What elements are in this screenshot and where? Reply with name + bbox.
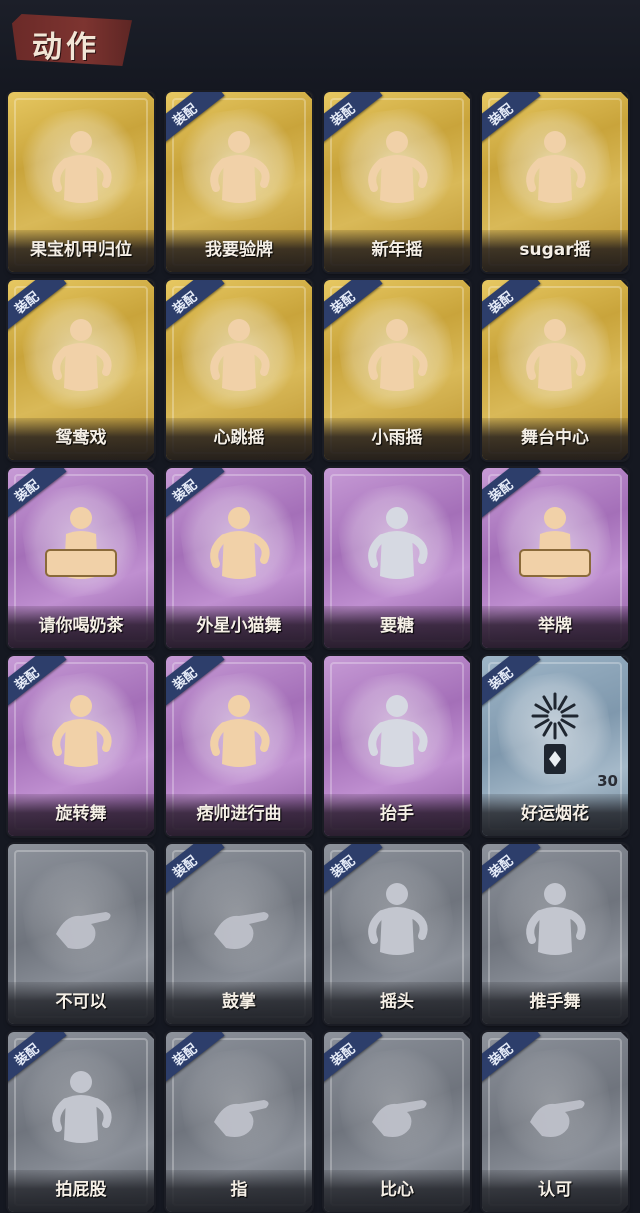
action-label: 果宝机甲归位 xyxy=(30,240,132,260)
action-label: 旋转舞 xyxy=(55,804,107,824)
card-corner-notch xyxy=(146,468,154,476)
center-stage-pose-icon xyxy=(510,310,600,405)
action-card[interactable]: 痞帅进行曲 装配 xyxy=(166,656,312,836)
card-corner-notch xyxy=(304,1032,312,1040)
action-label: 痞帅进行曲 xyxy=(196,804,282,824)
action-label: 新年摇 xyxy=(371,240,423,260)
action-label: 请你喝奶茶 xyxy=(38,616,124,636)
action-card[interactable]: 请你喝奶茶 装配 xyxy=(8,468,154,648)
action-card[interactable]: 鼓掌 装配 xyxy=(166,844,312,1024)
card-corner-notch xyxy=(620,656,628,664)
card-corner-notch xyxy=(620,280,628,288)
card-corner-notch xyxy=(462,1032,470,1040)
finger-no-icon xyxy=(36,874,126,969)
card-corner-notch xyxy=(304,844,312,852)
point-hand-icon xyxy=(194,1062,284,1157)
pat-butt-pose-icon xyxy=(36,1062,126,1157)
action-card[interactable]: 果宝机甲归位 xyxy=(8,92,154,272)
action-label: sugar摇 xyxy=(519,240,591,260)
action-label: 心跳摇 xyxy=(213,428,265,448)
action-card[interactable]: 不可以 xyxy=(8,844,154,1024)
firework-icon xyxy=(510,686,600,781)
action-card[interactable]: sugar摇 装配 xyxy=(482,92,628,272)
card-corner-notch xyxy=(146,1032,154,1040)
card-check-pose-icon xyxy=(194,122,284,217)
card-corner-notch xyxy=(462,280,470,288)
header: 动作 xyxy=(0,0,640,86)
ask-candy-pose-icon xyxy=(352,498,442,593)
card-corner-notch xyxy=(146,92,154,100)
action-card[interactable]: 拍屁股 装配 xyxy=(8,1032,154,1212)
action-label: 举牌 xyxy=(538,616,572,636)
new-year-shake-pose-icon xyxy=(352,122,442,217)
action-card[interactable]: 30 好运烟花 装配 xyxy=(482,656,628,836)
cool-march-pose-icon xyxy=(194,686,284,781)
action-card[interactable]: 比心 装配 xyxy=(324,1032,470,1212)
card-corner-notch xyxy=(620,844,628,852)
spin-dance-pose-icon xyxy=(36,686,126,781)
card-corner-notch xyxy=(304,280,312,288)
card-corner-notch xyxy=(146,844,154,852)
action-label: 要糖 xyxy=(380,616,414,636)
shake-head-pose-icon xyxy=(352,874,442,969)
item-count: 30 xyxy=(597,772,618,790)
heartbeat-shake-pose-icon xyxy=(194,310,284,405)
action-card[interactable]: 指装配 xyxy=(166,1032,312,1212)
action-card[interactable]: 要糖 xyxy=(324,468,470,648)
action-card[interactable]: 推手舞 装配 xyxy=(482,844,628,1024)
action-card[interactable]: 心跳摇 装配 xyxy=(166,280,312,460)
push-hand-dance-pose-icon xyxy=(510,874,600,969)
alien-cat-dance-pose-icon xyxy=(194,498,284,593)
card-corner-notch xyxy=(146,280,154,288)
action-label: 我要验牌 xyxy=(205,240,273,260)
card-corner-notch xyxy=(304,92,312,100)
action-label: 认可 xyxy=(538,1180,572,1200)
opera-pose-icon xyxy=(36,310,126,405)
card-corner-notch xyxy=(462,844,470,852)
raise-hand-pose-icon xyxy=(352,686,442,781)
action-label: 不可以 xyxy=(55,992,107,1012)
finger-heart-icon xyxy=(352,1062,442,1157)
action-card[interactable]: 小雨摇 装配 xyxy=(324,280,470,460)
action-card[interactable]: 鸳鸯戏 装配 xyxy=(8,280,154,460)
action-label: 比心 xyxy=(380,1180,414,1200)
action-card[interactable]: 认可 装配 xyxy=(482,1032,628,1212)
action-card[interactable]: 抬手 xyxy=(324,656,470,836)
action-label: 鸳鸯戏 xyxy=(55,428,107,448)
action-label: 推手舞 xyxy=(529,992,581,1012)
card-corner-notch xyxy=(462,468,470,476)
action-card[interactable]: 外星小猫舞 装配 xyxy=(166,468,312,648)
milk-tea-sign-pose-icon xyxy=(36,498,126,593)
action-card[interactable]: 摇头 装配 xyxy=(324,844,470,1024)
card-corner-notch xyxy=(304,656,312,664)
dance-pose-icon xyxy=(36,122,126,217)
action-label: 抬手 xyxy=(380,804,414,824)
action-card[interactable]: 旋转舞 装配 xyxy=(8,656,154,836)
action-card[interactable]: 舞台中心 装配 xyxy=(482,280,628,460)
action-label: 鼓掌 xyxy=(222,992,256,1012)
card-corner-notch xyxy=(462,92,470,100)
action-label: 舞台中心 xyxy=(521,428,589,448)
card-corner-notch xyxy=(620,1032,628,1040)
action-label: 外星小猫舞 xyxy=(196,616,282,636)
sugar-shake-pose-icon xyxy=(510,122,600,217)
action-card[interactable]: 新年摇 装配 xyxy=(324,92,470,272)
clap-icon xyxy=(194,874,284,969)
action-card[interactable]: 我要验牌 装配 xyxy=(166,92,312,272)
action-card[interactable]: 举牌 装配 xyxy=(482,468,628,648)
hold-sign-pose-icon xyxy=(510,498,600,593)
card-corner-notch xyxy=(462,656,470,664)
card-corner-notch xyxy=(620,468,628,476)
thumbs-up-icon xyxy=(510,1062,600,1157)
action-label: 好运烟花 xyxy=(521,804,589,824)
action-label: 指 xyxy=(230,1180,248,1200)
action-label: 小雨摇 xyxy=(371,428,423,448)
action-label: 摇头 xyxy=(380,992,414,1012)
rain-shake-pose-icon xyxy=(352,310,442,405)
page-title: 动作 xyxy=(32,30,100,65)
card-corner-notch xyxy=(620,92,628,100)
card-corner-notch xyxy=(304,468,312,476)
card-corner-notch xyxy=(146,656,154,664)
action-label: 拍屁股 xyxy=(55,1180,107,1200)
